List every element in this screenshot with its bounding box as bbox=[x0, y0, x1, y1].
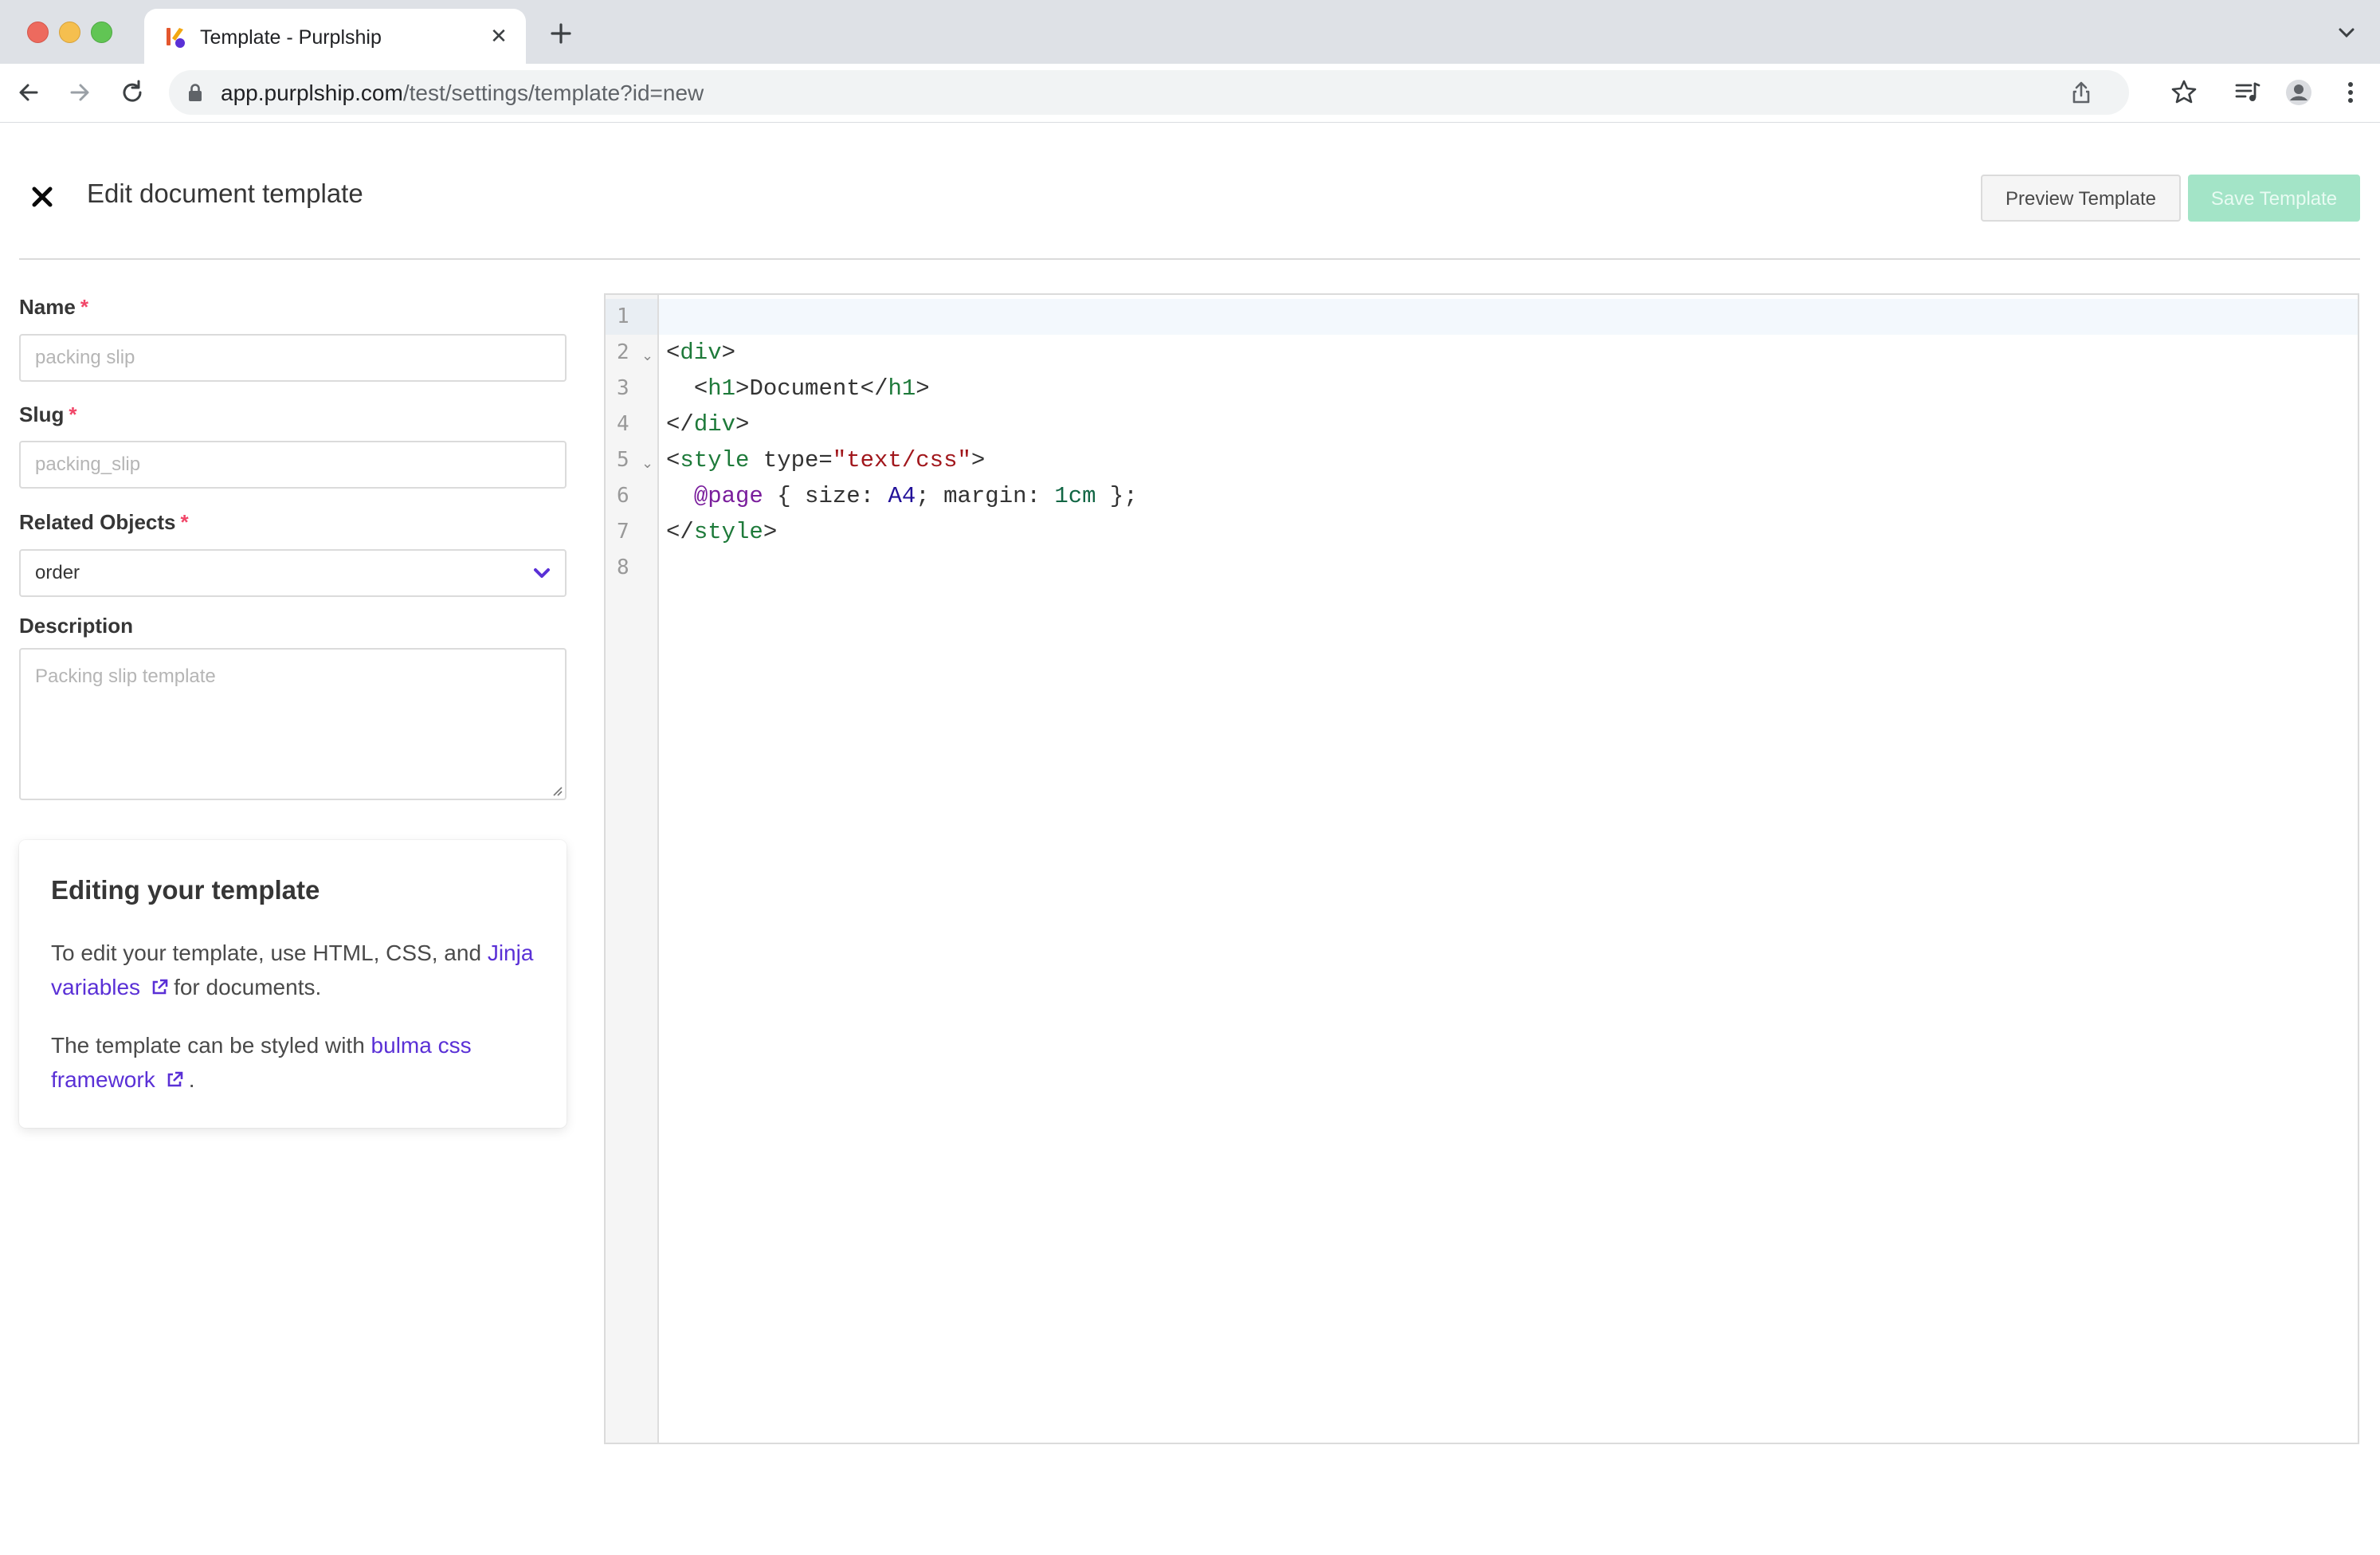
page-title: Edit document template bbox=[87, 179, 363, 208]
help-text: To edit your template, use HTML, CSS, an… bbox=[51, 940, 482, 965]
related-objects-value: order bbox=[35, 562, 80, 583]
window-minimize-button[interactable] bbox=[59, 22, 80, 43]
help-card-title: Editing your template bbox=[51, 875, 320, 905]
name-input[interactable]: packing slip bbox=[19, 334, 567, 382]
description-label: Description bbox=[19, 614, 134, 638]
line-number: 3 bbox=[617, 376, 629, 400]
description-placeholder: Packing slip template bbox=[35, 666, 216, 687]
share-icon[interactable] bbox=[2068, 80, 2094, 105]
purplship-favicon-icon bbox=[167, 28, 185, 48]
related-objects-label: Related Objects * bbox=[19, 510, 189, 535]
fold-chevron-icon[interactable]: ⌄ bbox=[641, 338, 653, 374]
new-tab-icon[interactable] bbox=[545, 18, 577, 49]
browser-toolbar: app.purplship.com/test/settings/template… bbox=[0, 64, 2380, 123]
related-objects-label-text: Related Objects bbox=[19, 510, 176, 534]
close-icon[interactable] bbox=[29, 183, 56, 210]
line-number: 5 bbox=[617, 448, 629, 472]
code-line-4[interactable]: </div> bbox=[666, 406, 749, 442]
url-host: app.purplship.com bbox=[221, 80, 403, 105]
line-number: 4 bbox=[617, 412, 629, 436]
browser-tab-bar: Template - Purplship ✕ bbox=[0, 0, 2380, 64]
code-line-7[interactable]: </style> bbox=[666, 514, 777, 550]
code-line-5[interactable]: <style type="text/css"> bbox=[666, 442, 985, 478]
active-line-highlight bbox=[659, 299, 2358, 335]
code-line-2[interactable]: <div> bbox=[666, 335, 735, 371]
fold-chevron-icon[interactable]: ⌄ bbox=[641, 446, 653, 481]
slug-input[interactable]: packing_slip bbox=[19, 441, 567, 489]
preview-template-button[interactable]: Preview Template bbox=[1981, 175, 2181, 222]
chevron-down-icon bbox=[534, 568, 550, 578]
required-asterisk: * bbox=[69, 402, 77, 426]
tab-close-icon[interactable]: ✕ bbox=[486, 23, 512, 49]
page-header: Edit document template Preview Template … bbox=[19, 123, 2360, 260]
back-arrow-icon[interactable] bbox=[13, 77, 45, 108]
bulma-link-part-1: bulma css bbox=[371, 1033, 472, 1058]
help-paragraph-1: To edit your template, use HTML, CSS, an… bbox=[51, 936, 545, 1004]
help-text: for documents. bbox=[174, 975, 322, 999]
profile-avatar-icon[interactable] bbox=[2283, 77, 2315, 108]
slug-label: Slug * bbox=[19, 402, 76, 427]
line-number: 7 bbox=[617, 520, 629, 544]
name-label: Name * bbox=[19, 295, 88, 320]
required-asterisk: * bbox=[80, 295, 88, 319]
line-number: 8 bbox=[617, 556, 629, 579]
browser-menu-icon[interactable] bbox=[2335, 77, 2366, 108]
tab-title: Template - Purplship bbox=[200, 26, 382, 49]
url-path: /test/settings/template?id=new bbox=[402, 80, 704, 105]
browser-tab-active[interactable]: Template - Purplship ✕ bbox=[144, 9, 526, 64]
slug-label-text: Slug bbox=[19, 402, 65, 426]
help-text: . bbox=[188, 1067, 195, 1092]
code-editor[interactable]: 1 2 ⌄ 3 4 5 ⌄ 6 7 8 <div> <h1>Document</… bbox=[604, 293, 2359, 1444]
code-line-6[interactable]: @page { size: A4; margin: 1cm }; bbox=[666, 478, 1138, 514]
editor-gutter: 1 2 ⌄ 3 4 5 ⌄ 6 7 8 bbox=[606, 295, 659, 1443]
tab-search-chevron-icon[interactable] bbox=[2335, 21, 2358, 45]
forward-arrow-icon[interactable] bbox=[64, 77, 96, 108]
media-control-icon[interactable] bbox=[2232, 77, 2264, 108]
description-textarea[interactable]: Packing slip template bbox=[19, 648, 567, 800]
active-line-gutter bbox=[606, 299, 657, 335]
bookmark-star-icon[interactable] bbox=[2168, 77, 2200, 108]
lock-icon[interactable] bbox=[186, 83, 204, 102]
external-link-icon[interactable] bbox=[150, 978, 169, 997]
bulma-link-part-2: framework bbox=[51, 1067, 155, 1092]
address-bar[interactable]: app.purplship.com/test/settings/template… bbox=[169, 70, 2129, 115]
required-asterisk: * bbox=[180, 510, 189, 534]
code-line-3[interactable]: <h1>Document</h1> bbox=[666, 371, 930, 406]
external-link-icon[interactable] bbox=[165, 1070, 184, 1090]
window-close-button[interactable] bbox=[27, 22, 49, 43]
save-template-button[interactable]: Save Template bbox=[2188, 175, 2360, 222]
url-text[interactable]: app.purplship.com/test/settings/template… bbox=[221, 80, 704, 106]
help-paragraph-2: The template can be styled with bulma cs… bbox=[51, 1028, 545, 1097]
resize-handle-icon[interactable] bbox=[550, 783, 563, 796]
name-label-text: Name bbox=[19, 295, 76, 319]
window-zoom-button[interactable] bbox=[91, 22, 112, 43]
line-number: 6 bbox=[617, 484, 629, 508]
help-text: The template can be styled with bbox=[51, 1033, 365, 1058]
help-card: Editing your template To edit your templ… bbox=[19, 840, 567, 1128]
reload-icon[interactable] bbox=[116, 77, 148, 108]
line-number: 1 bbox=[617, 304, 629, 328]
related-objects-select[interactable]: order bbox=[19, 549, 567, 597]
line-number: 2 bbox=[617, 340, 629, 364]
